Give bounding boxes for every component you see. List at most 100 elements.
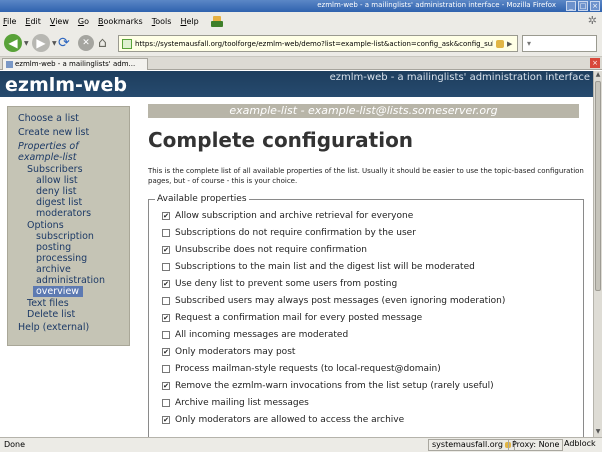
home-icon[interactable]: ⌂ — [98, 34, 114, 52]
sidebar-item-posting[interactable]: posting — [36, 242, 71, 253]
url-bar[interactable]: https://systemausfall.org/toolforge/ezml… — [118, 35, 518, 52]
menu-view[interactable]: View — [50, 17, 69, 26]
status-site-label: systemausfall.org — [432, 440, 503, 449]
sidebar-item-delete-list[interactable]: Delete list — [27, 309, 75, 320]
lock-icon[interactable] — [496, 39, 504, 48]
page-favicon-icon — [6, 61, 13, 68]
sidebar-item-administration[interactable]: administration — [36, 275, 105, 286]
scroll-down-icon[interactable]: ▼ — [594, 428, 602, 437]
option-row[interactable]: ✔ Only moderators are allowed to access … — [162, 415, 404, 425]
sidebar-heading-properties: Properties of — [18, 141, 79, 152]
site-header: ezmlm-web ezmlm-web - a mailinglists' ad… — [0, 71, 593, 97]
option-row[interactable]: Process mailman-style requests (to local… — [162, 364, 441, 374]
option-row[interactable]: ✔ Request a confirmation mail for every … — [162, 313, 422, 323]
option-label: Process mailman-style requests (to local… — [175, 364, 441, 374]
sidebar-item-text-files[interactable]: Text files — [27, 298, 69, 309]
search-input[interactable]: ▾ — [522, 35, 597, 52]
option-label: Only moderators may post — [175, 347, 296, 357]
option-checkbox[interactable]: ✔ — [162, 212, 170, 220]
list-title-bar: example-list - example-list@lists.somese… — [148, 104, 579, 118]
sidebar-item-help[interactable]: Help (external) — [18, 322, 89, 333]
site-title[interactable]: ezmlm-web — [5, 74, 127, 96]
option-label: Archive mailing list messages — [175, 398, 309, 408]
option-row[interactable]: Subscriptions do not require confirmatio… — [162, 228, 416, 238]
menu-tools[interactable]: Tools — [152, 17, 172, 26]
url-text[interactable]: https://systemausfall.org/toolforge/ezml… — [135, 40, 493, 48]
option-row[interactable]: Archive mailing list messages — [162, 398, 309, 408]
option-row[interactable]: ✔ Allow subscription and archive retriev… — [162, 211, 413, 221]
status-adblock[interactable]: Adblock — [561, 439, 599, 451]
tab-ezmlm-web[interactable]: ezmlm-web - a mailinglists' adm... — [2, 58, 148, 70]
option-checkbox[interactable]: ✔ — [162, 246, 170, 254]
stop-icon[interactable]: ✕ — [78, 35, 94, 51]
option-label: Subscribed users may always post message… — [175, 296, 506, 306]
sidebar-item-allow-list[interactable]: allow list — [36, 175, 78, 186]
tab-bar: ezmlm-web - a mailinglists' adm... × — [0, 57, 602, 70]
menu-bookmarks[interactable]: Bookmarks — [98, 17, 143, 26]
option-checkbox[interactable]: ✔ — [162, 314, 170, 322]
option-checkbox[interactable] — [162, 263, 170, 271]
forward-arrow-icon[interactable]: ▶ — [32, 34, 50, 52]
close-tab-button[interactable]: × — [590, 58, 600, 68]
menu-help[interactable]: Help — [180, 17, 198, 26]
option-row[interactable]: All incoming messages are moderated — [162, 330, 348, 340]
menu-go[interactable]: Go — [78, 17, 89, 26]
sidebar-item-create-list[interactable]: Create new list — [18, 127, 89, 138]
option-checkbox[interactable]: ✔ — [162, 280, 170, 288]
option-row[interactable]: ✔ Use deny list to prevent some users fr… — [162, 279, 397, 289]
forward-history-dropdown-icon[interactable]: ▼ — [52, 40, 57, 47]
option-checkbox[interactable] — [162, 399, 170, 407]
intro-text: This is the complete list of all availab… — [148, 167, 584, 185]
scrollbar-thumb[interactable] — [595, 81, 601, 291]
option-row[interactable]: ✔ Remove the ezmlm-warn invocations from… — [162, 381, 494, 391]
option-label: Allow subscription and archive retrieval… — [175, 211, 414, 221]
status-bar: Done systemausfall.org Proxy: None Adblo… — [0, 437, 602, 452]
back-history-dropdown-icon[interactable]: ▼ — [24, 40, 29, 47]
navigation-toolbar: ◀ ▼ ▶ ▼ ⟳ ✕ ⌂ https://systemausfall.org/… — [0, 30, 602, 57]
reload-icon[interactable]: ⟳ — [58, 34, 74, 52]
sidebar-item-archive[interactable]: archive — [36, 264, 71, 275]
option-checkbox[interactable]: ✔ — [162, 416, 170, 424]
sidebar-item-digest-list[interactable]: digest list — [36, 197, 82, 208]
status-proxy[interactable]: Proxy: None — [508, 439, 564, 451]
extension-icon[interactable] — [210, 15, 224, 28]
minimize-button[interactable]: _ — [566, 1, 576, 11]
search-engine-icon[interactable]: ▾ — [527, 39, 531, 48]
properties-fieldset: Available properties ✔ Allow subscriptio… — [148, 194, 584, 437]
sidebar-item-subscribers[interactable]: Subscribers — [27, 164, 83, 175]
option-row[interactable]: ✔ Unsubscribe does not require confirmat… — [162, 245, 367, 255]
menu-file[interactable]: File — [3, 17, 16, 26]
maximize-button[interactable]: □ — [578, 1, 588, 11]
option-label: Remove the ezmlm-warn invocations from t… — [175, 381, 494, 391]
sidebar-item-moderators[interactable]: moderators — [36, 208, 91, 219]
sidebar-item-subscription[interactable]: subscription — [36, 231, 94, 242]
option-checkbox[interactable] — [162, 331, 170, 339]
sidebar-item-choose-list[interactable]: Choose a list — [18, 113, 79, 124]
option-row[interactable]: Subscriptions to the main list and the d… — [162, 262, 475, 272]
sidebar-item-overview[interactable]: overview — [33, 286, 84, 297]
menu-edit[interactable]: Edit — [25, 17, 41, 26]
sidebar-item-deny-list[interactable]: deny list — [36, 186, 77, 197]
close-window-button[interactable]: × — [590, 1, 600, 11]
site-icon — [122, 38, 132, 49]
option-checkbox[interactable] — [162, 365, 170, 373]
option-label: Only moderators are allowed to access th… — [175, 415, 405, 425]
option-row[interactable]: Subscribed users may always post message… — [162, 296, 505, 306]
sidebar-item-processing[interactable]: processing — [36, 253, 87, 264]
go-icon[interactable]: ▶ — [507, 40, 517, 48]
option-checkbox[interactable] — [162, 229, 170, 237]
sidebar-item-options[interactable]: Options — [27, 220, 64, 231]
scroll-up-icon[interactable]: ▲ — [594, 71, 602, 80]
option-checkbox[interactable]: ✔ — [162, 348, 170, 356]
option-label: Unsubscribe does not require confirmatio… — [175, 245, 368, 255]
option-row[interactable]: ✔ Only moderators may post — [162, 347, 295, 357]
status-site[interactable]: systemausfall.org — [428, 439, 515, 451]
back-arrow-icon[interactable]: ◀ — [4, 34, 22, 52]
option-label: Subscriptions to the main list and the d… — [175, 262, 475, 272]
option-checkbox[interactable] — [162, 297, 170, 305]
option-checkbox[interactable]: ✔ — [162, 382, 170, 390]
vertical-scrollbar[interactable]: ▲ ▼ — [593, 71, 602, 437]
option-label: All incoming messages are moderated — [175, 330, 349, 340]
option-label: Request a confirmation mail for every po… — [175, 313, 423, 323]
status-text: Done — [4, 440, 26, 449]
